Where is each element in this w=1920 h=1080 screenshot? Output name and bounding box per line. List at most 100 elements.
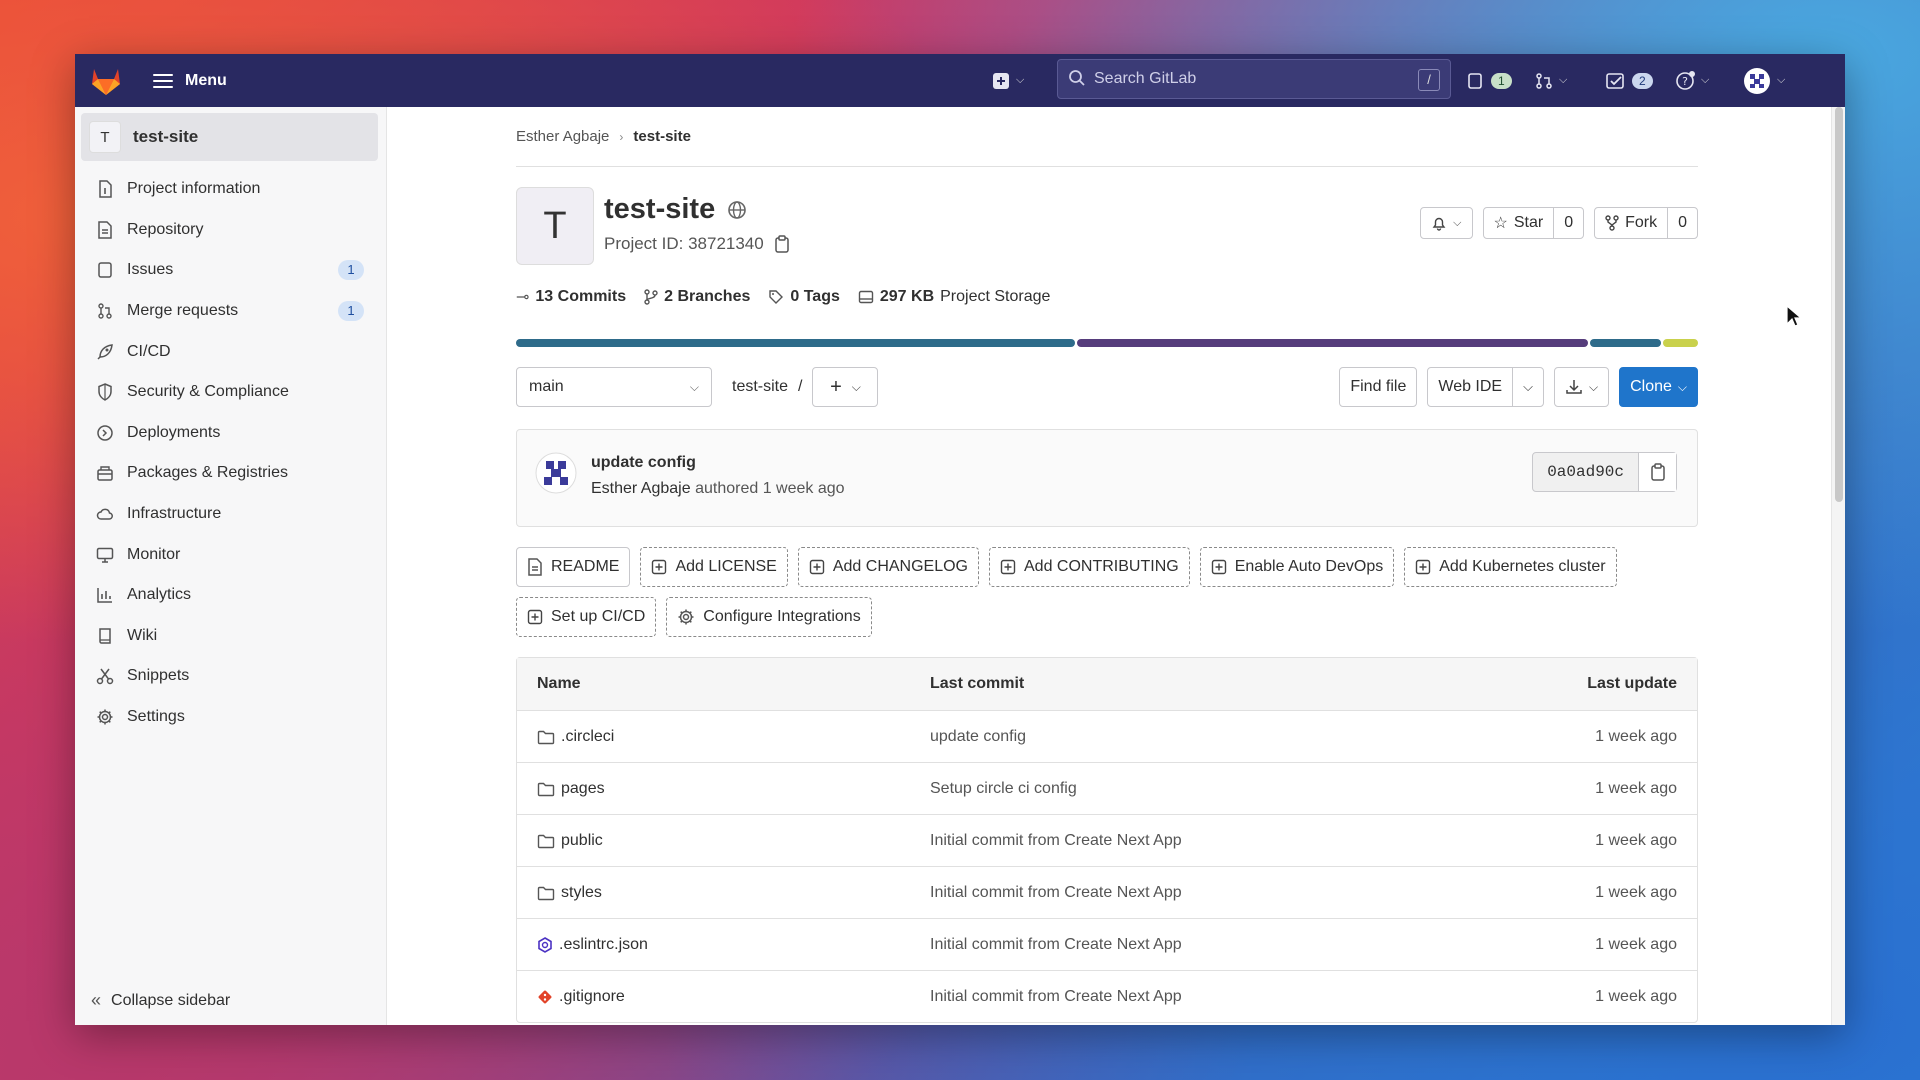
table-row[interactable]: .gitignore Initial commit from Create Nex… [517,970,1697,1022]
file-name-cell[interactable]: public [537,832,603,850]
commit-author[interactable]: Esther Agbaje [591,480,691,497]
column-last-update: Last update [1587,675,1677,692]
help-icon: ? [1676,70,1695,90]
sidebar-item-label: Snippets [127,667,190,685]
new-dropdown-button[interactable]: ⌵ [992,54,1024,107]
file-name[interactable]: .gitignore [559,988,625,1006]
file-last-commit[interactable]: Initial commit from Create Next App [930,988,1182,1006]
sidebar-item-analytics[interactable]: Analytics [75,575,386,616]
info-doc-icon [95,179,115,199]
collapse-sidebar-button[interactable]: « Collapse sidebar [91,990,230,1011]
add-license-button[interactable]: Add LICENSE [640,547,788,587]
search-input[interactable]: Search GitLab / [1057,59,1451,99]
file-last-commit[interactable]: Initial commit from Create Next App [930,884,1182,902]
add-kubernetes-cluster-button[interactable]: Add Kubernetes cluster [1404,547,1617,587]
file-name-cell[interactable]: .gitignore [537,988,625,1006]
web-ide-button[interactable]: Web IDE ⌵ [1427,367,1544,407]
file-last-commit[interactable]: Setup circle ci config [930,780,1077,798]
commit-sha[interactable]: 0a0ad90c [1533,453,1638,491]
sidebar-item-ci-cd[interactable]: CI/CD [75,331,386,372]
copy-icon[interactable] [774,235,790,253]
notification-button[interactable]: ⌵ [1420,207,1473,239]
sidebar-item-security-compliance[interactable]: Security & Compliance [75,372,386,413]
file-name[interactable]: .circleci [561,728,614,746]
sidebar-item-wiki[interactable]: Wiki [75,616,386,657]
merge-requests-button[interactable]: ⌵ [1535,54,1567,107]
file-name[interactable]: styles [561,884,602,902]
sidebar-item-packages-registries[interactable]: Packages & Registries [75,453,386,494]
readme-button[interactable]: README [516,547,631,587]
add-changelog-button[interactable]: Add CHANGELOG [797,547,979,587]
breadcrumb-owner[interactable]: Esther Agbaje [516,128,609,145]
table-row[interactable]: pages Setup circle ci config 1 week ago [517,762,1697,814]
file-name[interactable]: pages [561,780,605,798]
configure-integrations-button[interactable]: Configure Integrations [666,597,872,637]
find-file-button[interactable]: Find file [1339,367,1418,407]
language-bar[interactable] [516,339,1698,347]
sidebar-item-monitor[interactable]: Monitor [75,534,386,575]
file-name[interactable]: public [561,832,603,850]
file-name-cell[interactable]: .circleci [537,728,614,746]
scrollbar[interactable] [1831,107,1845,1025]
branch-select[interactable]: main ⌵ [516,367,712,407]
sidebar-project-header[interactable]: T test-site [81,113,378,161]
table-row[interactable]: styles Initial commit from Create Next Ap… [517,866,1697,918]
sidebar-item-merge-requests[interactable]: Merge requests 1 [75,291,386,332]
language-segment[interactable] [1076,339,1589,347]
gitlab-logo-icon[interactable] [89,65,123,97]
clone-button[interactable]: Clone ⌵ [1619,367,1698,407]
language-segment[interactable] [516,339,1075,347]
chevron-down-icon: ⌵ [851,379,861,394]
commit-title[interactable]: update config [591,454,696,472]
download-button[interactable]: ⌵ [1553,367,1610,407]
sidebar-item-label: Project information [127,180,261,198]
breadcrumb-project[interactable]: test-site [633,128,691,145]
sidebar-item-deployments[interactable]: Deployments [75,413,386,454]
gear-icon [677,608,695,626]
table-row[interactable]: .eslintrc.json Initial commit from Create… [517,918,1697,970]
table-row[interactable]: .circleci update config 1 week ago [517,710,1697,762]
help-button[interactable]: ? ⌵ [1675,54,1709,107]
file-name[interactable]: .eslintrc.json [559,936,648,954]
path-separator: / [798,378,803,395]
storage-link[interactable]: 297 KB Project Storage [858,288,1050,306]
file-name-cell[interactable]: pages [537,780,605,798]
file-last-commit[interactable]: Initial commit from Create Next App [930,832,1182,850]
commits-link[interactable]: ⊸ 13 Commits [516,287,626,307]
sidebar-item-project-information[interactable]: Project information [75,169,386,210]
sidebar-item-repository[interactable]: Repository [75,210,386,251]
enable-auto-devops-button[interactable]: Enable Auto DevOps [1199,547,1395,587]
branches-link[interactable]: 2 Branches [644,288,750,306]
fork-button[interactable]: Fork 0 [1594,207,1698,239]
scrollbar-thumb[interactable] [1835,107,1843,502]
file-last-commit[interactable]: update config [930,728,1026,746]
commit-icon: ⊸ [516,289,530,306]
file-name-cell[interactable]: .eslintrc.json [537,936,648,954]
todos-button[interactable]: 2 [1606,54,1653,107]
sidebar-item-issues[interactable]: Issues 1 [75,250,386,291]
tags-link[interactable]: 0 Tags [768,288,840,306]
issues-button[interactable]: 1 [1467,54,1512,107]
eslint-icon [537,936,553,953]
add-contributing-button[interactable]: Add CONTRIBUTING [989,547,1190,587]
table-row[interactable]: public Initial commit from Create Next Ap… [517,814,1697,866]
menu-button[interactable]: Menu [153,72,227,90]
file-name-cell[interactable]: styles [537,884,602,902]
user-menu-button[interactable]: ⌵ [1743,54,1785,107]
sidebar-item-label: Monitor [127,545,181,563]
file-last-commit[interactable]: Initial commit from Create Next App [930,936,1182,954]
sidebar-item-settings[interactable]: Settings [75,697,386,738]
language-segment[interactable] [1662,339,1698,347]
copy-sha-button[interactable] [1638,453,1676,491]
sidebar-item-infrastructure[interactable]: Infrastructure [75,494,386,535]
web-ide-dropdown[interactable]: ⌵ [1512,368,1543,406]
sidebar-item-snippets[interactable]: Snippets [75,656,386,697]
add-to-tree-button[interactable]: + ⌵ [812,367,879,407]
fork-count[interactable]: 0 [1667,208,1697,238]
star-button[interactable]: ☆ Star 0 [1482,207,1585,239]
set-up-ci-cd-button[interactable]: Set up CI/CD [516,597,657,637]
language-segment[interactable] [1590,339,1661,347]
chevron-down-icon: ⌵ [1777,74,1786,86]
repo-path-root[interactable]: test-site [732,378,788,396]
star-count[interactable]: 0 [1553,208,1583,238]
